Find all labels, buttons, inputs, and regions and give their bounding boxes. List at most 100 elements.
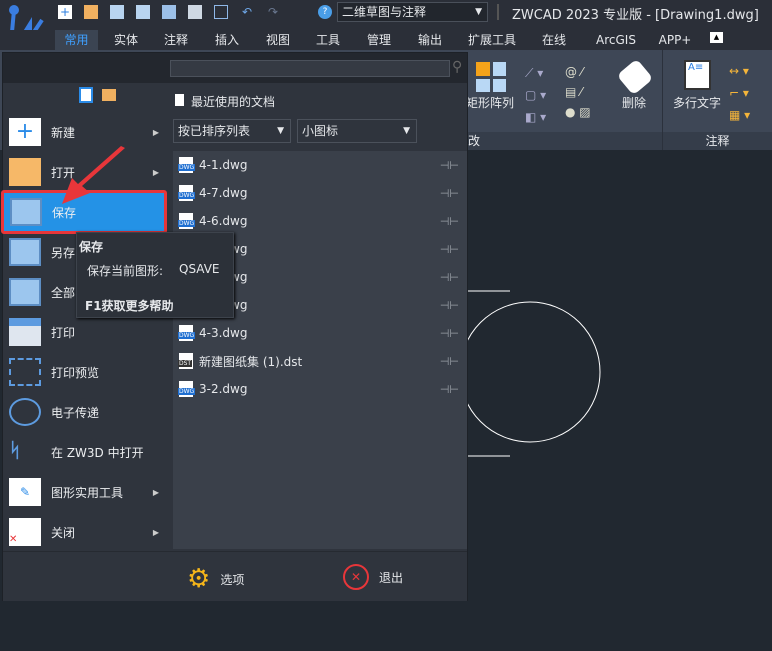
pin-icon[interactable]: ⊣⊢ [440,271,459,284]
search-icon[interactable]: ⚲ [452,59,462,75]
chevron-down-icon: ▼ [277,126,284,136]
recent-file-item[interactable]: DWG 4-7.dwg ⊣⊢ [178,181,461,205]
save-as-icon [9,238,41,266]
tab-output[interactable]: 输出 [409,30,451,50]
rectangular-array-button[interactable]: 矩形阵列 [466,94,514,111]
open-icon[interactable] [84,5,98,19]
menu-item-print-preview[interactable]: 打印预览 [3,352,167,392]
options-label: 选项 [220,572,245,587]
pin-icon[interactable]: ⊣⊢ [440,187,459,200]
menu-item-open-in-zw3d[interactable]: ᛋ 在 ZW3D 中打开 [3,432,167,472]
menu-search-row: ⚲ [3,53,467,83]
modify-tools-2[interactable]: @ ⁄ ▤ ⁄ ● ▨ [565,62,591,122]
recent-documents-icon[interactable] [79,87,93,103]
recent-file-item[interactable]: DST 新建图纸集 (1).dst ⊣⊢ [178,349,461,373]
delete-button[interactable]: 删除 [622,94,646,111]
menu-item-save[interactable]: 保存 [1,190,167,234]
file-name: 4-1.dwg [199,158,248,172]
open-documents-icon[interactable] [102,89,116,101]
label: 关闭 [51,525,76,540]
submenu-arrow-icon: ▶ [152,167,159,177]
copy-icon[interactable] [162,5,176,19]
pin-icon[interactable]: ⊣⊢ [440,159,459,172]
redo-icon[interactable]: ↷ [266,5,280,19]
modify-tools[interactable]: ⟋ ▾ ▢ ▾ ◧ ▾ [525,62,546,128]
print-icon [9,318,41,346]
dwg-file-icon: DWG [178,381,196,397]
sort-value: 按已排序列表 [178,124,251,138]
tab-solid[interactable]: 实体 [105,30,147,50]
file-name: 4-7.dwg [199,186,248,200]
options-button[interactable]: ⚙ 选项 [187,564,244,594]
preview-icon[interactable] [214,5,228,19]
menu-item-etransmit[interactable]: 电子传递 [3,392,167,432]
ribbon-tabs: 常用 实体 注释 插入 视图 工具 管理 输出 扩展工具 在线 ArcGIS A… [0,30,772,50]
sort-dropdown[interactable]: 按已排序列表 ▼ [173,119,291,143]
tab-online[interactable]: 在线 [533,30,575,50]
save-as-icon[interactable] [136,5,150,19]
dwg-file-icon: DWG [178,185,196,201]
workspace-value: 二维草图与注释 [342,5,427,19]
gear-icon: ⚙ [187,564,211,594]
new-file-icon: + [9,118,41,146]
tooltip-title: 保存 [79,240,104,254]
dwg-file-icon: DWG [178,213,196,229]
tab-insert[interactable]: 插入 [206,30,248,50]
collapse-ribbon-icon[interactable]: ▲ [710,32,723,43]
dimension-tools[interactable]: ↔ ▾ ⌐ ▾ ▦ ▾ [729,60,750,126]
tooltip-command: QSAVE [179,262,220,276]
new-icon[interactable]: + [58,5,72,19]
tab-arcgis[interactable]: ArcGIS [588,30,644,50]
print-icon[interactable] [188,5,202,19]
menu-item-print[interactable]: 打印 [3,312,167,352]
exit-button[interactable]: ✕ 退出 [343,564,403,590]
tab-extensions[interactable]: 扩展工具 [462,30,522,50]
label: 图形实用工具 [51,485,124,500]
rectangular-array-icon[interactable] [476,62,506,92]
recent-file-item[interactable]: DWG 4-3.dwg ⊣⊢ [178,321,461,345]
recent-file-item[interactable]: DWG 4-1.dwg ⊣⊢ [178,153,461,177]
tab-app-plus[interactable]: APP+ [652,30,698,50]
utilities-icon: ✎ [9,478,41,506]
menu-footer: ⚙ 选项 ✕ 退出 [3,551,467,601]
tab-home[interactable]: 常用 [55,30,98,50]
pin-icon[interactable]: ⊣⊢ [440,299,459,312]
menu-item-close[interactable]: ✕ 关闭 ▶ [3,512,167,552]
recent-file-item[interactable]: DWG 4-6.dwg ⊣⊢ [178,209,461,233]
tab-tools[interactable]: 工具 [307,30,349,50]
view-dropdown[interactable]: 小图标 ▼ [297,119,417,143]
menu-item-open[interactable]: 打开 ▶ [3,152,167,192]
label: 新建 [51,125,76,140]
menu-item-new[interactable]: + 新建 ▶ [3,112,167,152]
chevron-down-icon: ▼ [475,7,482,17]
recent-file-item[interactable]: DWG 3-2.dwg ⊣⊢ [178,377,461,401]
chevron-down-icon: ▼ [403,126,410,136]
help-icon[interactable]: ? [318,5,332,19]
pin-icon[interactable]: ⊣⊢ [440,355,459,368]
pin-icon[interactable]: ⊣⊢ [440,243,459,256]
recent-documents-panel: 最近使用的文档 按已排序列表 ▼ 小图标 ▼ DWG 4-1.dwg ⊣⊢ DWG 4-7… [171,85,467,551]
view-value: 小图标 [302,124,339,138]
menu-item-drawing-utilities[interactable]: ✎ 图形实用工具 ▶ [3,472,167,512]
menu-search-input[interactable] [170,60,450,77]
workspace-dropdown[interactable]: 二维草图与注释 ▼ [337,2,488,22]
tab-annotate[interactable]: 注释 [155,30,197,50]
print-preview-icon [9,358,41,386]
divider [497,4,499,20]
tab-manage[interactable]: 管理 [358,30,400,50]
pin-icon[interactable]: ⊣⊢ [440,327,459,340]
submenu-arrow-icon: ▶ [152,527,159,537]
eraser-icon[interactable] [616,58,654,96]
save-icon[interactable] [110,5,124,19]
recent-files-list: DWG4-1.dwg⊣⊢ DWG4-7.dwg⊣⊢ DWG4-6.dwg⊣⊢ D… [173,151,467,549]
pin-icon[interactable]: ⊣⊢ [440,215,459,228]
zw3d-icon: ᛋ [9,438,21,462]
mtext-button[interactable]: 多行文字 [673,94,721,111]
pin-icon[interactable]: ⊣⊢ [440,383,459,396]
label: 打开 [51,165,76,180]
submenu-arrow-icon: ▶ [152,127,159,137]
undo-icon[interactable]: ↶ [240,5,254,19]
mtext-icon[interactable]: A≡ [684,60,711,90]
submenu-arrow-icon: ▶ [152,487,159,497]
tab-view[interactable]: 视图 [257,30,299,50]
